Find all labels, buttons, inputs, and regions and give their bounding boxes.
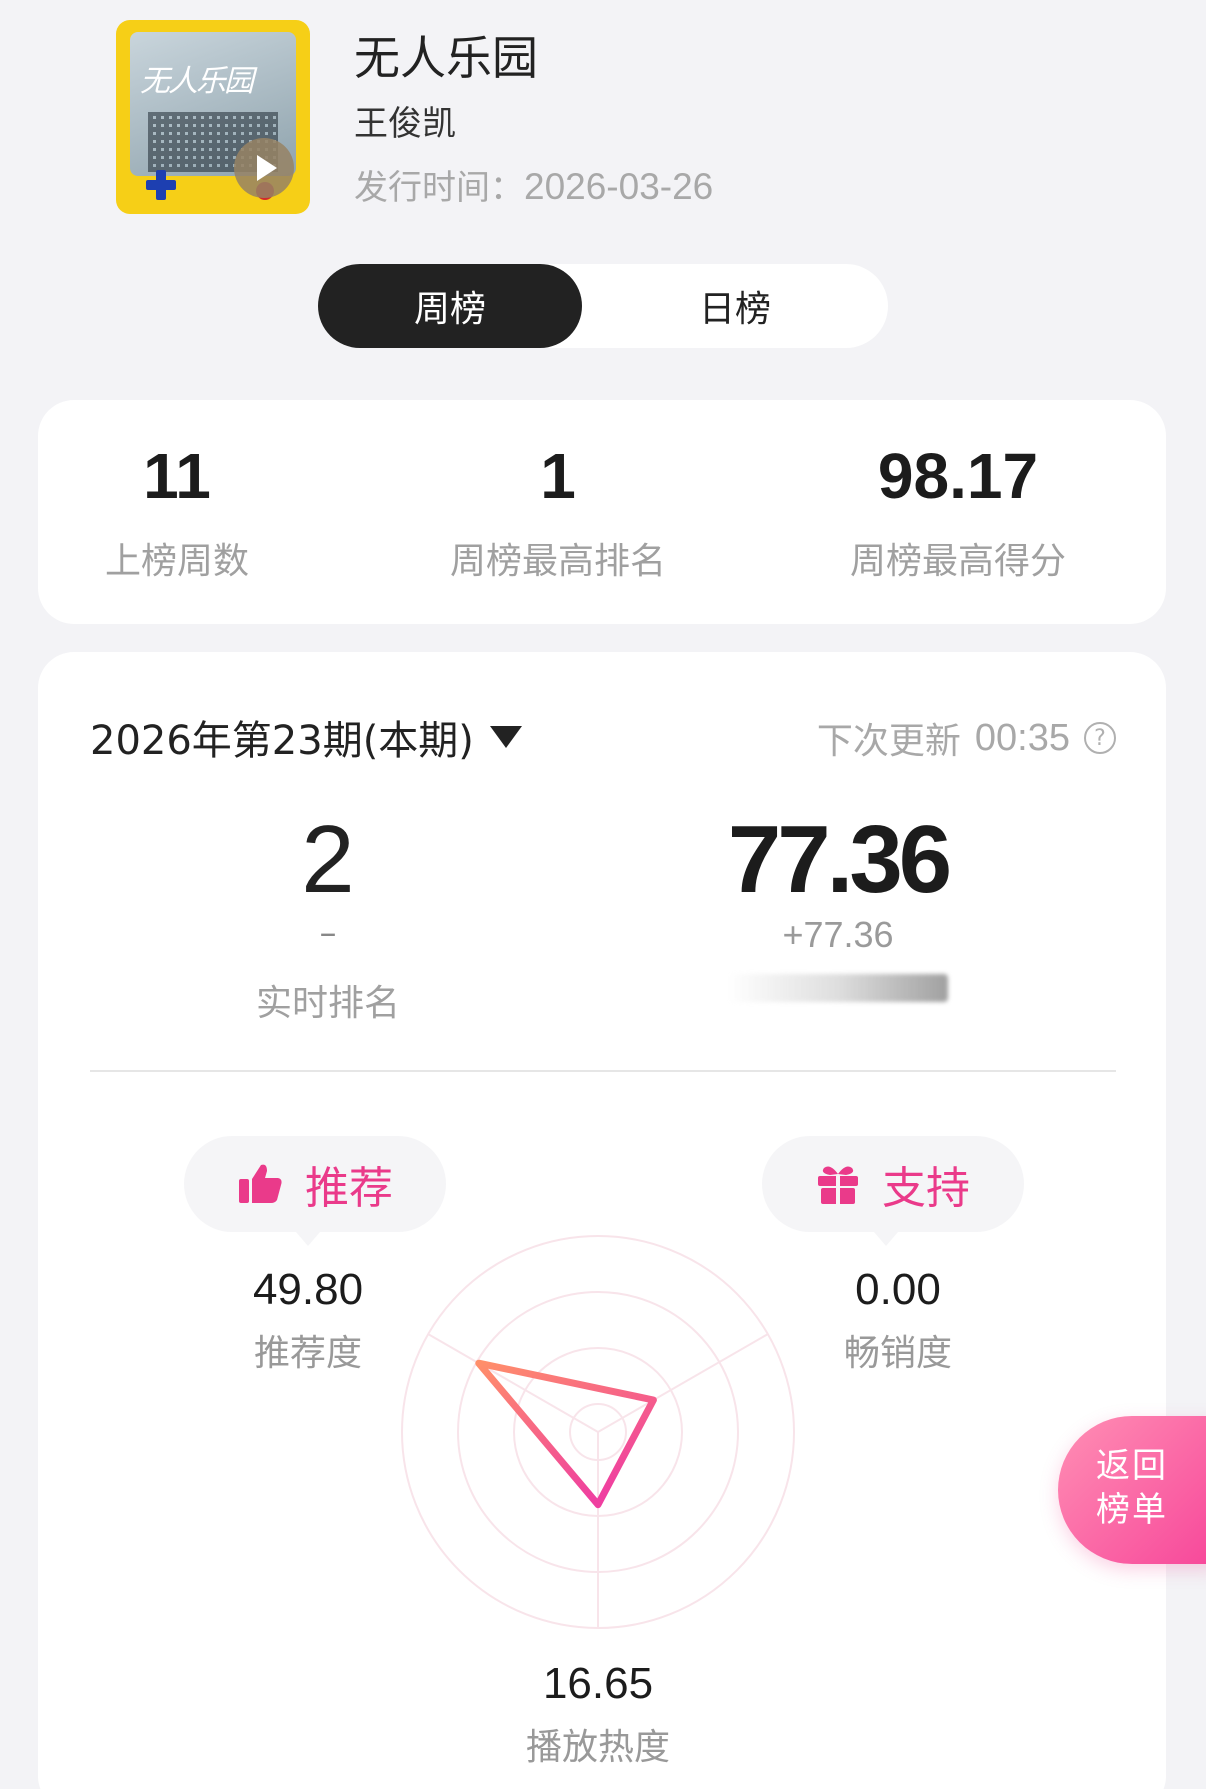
chart-tabs: 周榜 日榜 — [318, 264, 888, 348]
radar-polygon — [475, 1359, 657, 1509]
stat-weeks-on-chart: 11 上榜周数 — [102, 444, 252, 584]
radar-axis — [597, 1333, 769, 1433]
metric-value: 16.65 — [542, 1659, 654, 1708]
stat-value: 11 — [143, 440, 211, 512]
gift-icon — [816, 1163, 860, 1205]
metric-label: 播放热度 — [525, 1727, 670, 1768]
release-date-value: 2026-03-26 — [524, 166, 714, 207]
stats-card: 11 上榜周数 1 周榜最高排名 98.17 周榜最高得分 — [38, 400, 1166, 624]
score-value: 77.36 — [727, 806, 952, 913]
score-label-blurred — [728, 974, 948, 1002]
cover-title: 无人乐园 — [140, 64, 254, 99]
dpad-icon-vertical — [156, 170, 166, 200]
realtime-card: 2026年第23期(本期) 下次更新 00:35 ? 2 – 实时排名 77.3… — [38, 652, 1166, 1789]
stat-value: 98.17 — [877, 440, 1039, 512]
metric-label: 推荐度 — [253, 1333, 362, 1374]
song-title: 无人乐园 — [354, 31, 538, 85]
metric-value: 0.00 — [855, 1265, 941, 1314]
tab-daily[interactable]: 日榜 — [582, 264, 888, 348]
play-icon[interactable] — [234, 138, 294, 198]
stat-label: 上榜周数 — [104, 541, 249, 582]
back-line2: 榜单 — [1096, 1490, 1168, 1530]
song-chart-page: 无人乐园 无人乐园 王俊凯 发行时间：2026-03-26 周榜 日榜 11 上… — [0, 0, 1206, 1789]
realtime-rank: 2 – 实时排名 — [218, 812, 438, 1026]
stat-value: 1 — [540, 440, 576, 512]
metric-play: 16.65 播放热度 — [498, 1662, 698, 1770]
radar-grid — [401, 1235, 795, 1629]
album-cover[interactable]: 无人乐园 — [116, 20, 310, 214]
artist-name[interactable]: 王俊凯 — [354, 96, 456, 145]
support-label: 支持 — [882, 1163, 970, 1214]
metric-label: 畅销度 — [843, 1333, 952, 1374]
metric-recommend: 49.80 推荐度 — [218, 1268, 398, 1376]
back-to-chart-button[interactable]: 返回 榜单 — [1058, 1416, 1206, 1564]
rank-value: 2 — [301, 806, 355, 913]
metric-value: 49.80 — [252, 1265, 364, 1314]
rank-label: 实时排名 — [255, 983, 400, 1024]
back-line1: 返回 — [1096, 1446, 1168, 1486]
next-update-label: 下次更新 — [816, 721, 961, 762]
stat-label: 周榜最高排名 — [449, 541, 666, 582]
next-update: 下次更新 00:35 ? — [817, 712, 1116, 764]
release-label: 发行时间： — [354, 168, 524, 208]
thumbs-up-icon — [237, 1163, 283, 1205]
help-icon[interactable]: ? — [1084, 722, 1116, 754]
rank-change: – — [319, 913, 337, 953]
stat-peak-score: 98.17 周榜最高得分 — [838, 444, 1078, 584]
radar-chart — [401, 1235, 795, 1629]
caret-down-icon — [489, 726, 522, 748]
realtime-score: 77.36 +77.36 — [688, 812, 988, 1002]
tab-weekly[interactable]: 周榜 — [318, 264, 582, 348]
stat-peak-rank: 1 周榜最高排名 — [438, 444, 678, 584]
stat-label: 周榜最高得分 — [849, 541, 1066, 582]
release-date: 发行时间：2026-03-26 — [354, 160, 713, 209]
metric-sales: 0.00 畅销度 — [818, 1268, 978, 1376]
score-change: +77.36 — [782, 914, 894, 955]
recommend-label: 推荐 — [305, 1163, 393, 1214]
divider — [90, 1070, 1116, 1072]
period-selector[interactable]: 2026年第23期(本期) — [90, 708, 522, 766]
period-label: 2026年第23期(本期) — [90, 718, 474, 764]
next-update-time: 00:35 — [974, 716, 1070, 759]
